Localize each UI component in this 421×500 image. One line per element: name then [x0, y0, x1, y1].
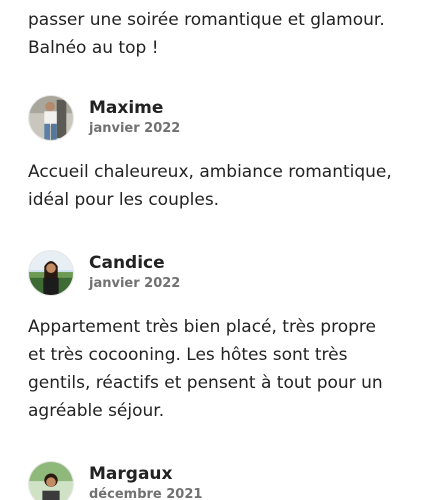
reviewer-margaux[interactable]: Margaux décembre 2021 [28, 461, 388, 500]
review-line: passer une soirée romantique et glamour. [28, 10, 385, 30]
reviews-page: passer une soirée romantique et glamour.… [0, 0, 421, 500]
reviewer-candice[interactable]: Candice janvier 2022 [28, 250, 388, 298]
reviewer-name: Maxime [89, 98, 164, 118]
reviewer-maxime[interactable]: Maxime janvier 2022 [28, 95, 388, 143]
review-date: décembre 2021 [89, 487, 203, 500]
review-text-candice: Appartement très bien placé, très propre… [28, 313, 403, 425]
review-line: Accueil chaleureux, ambiance romantique, [28, 162, 392, 182]
review-line: Balnéo au top ! [28, 38, 159, 58]
profile-photo-icon [29, 462, 73, 500]
avatar-margaux[interactable] [28, 461, 74, 500]
profile-photo-icon [29, 96, 73, 140]
review-line: gentils, réactifs et pensent à tout pour… [28, 373, 383, 393]
review-line: agréable séjour. [28, 401, 165, 421]
review-date: janvier 2022 [89, 276, 181, 291]
reviewer-name: Margaux [89, 464, 173, 484]
review-text-partial: passer une soirée romantique et glamour.… [28, 6, 403, 62]
review-line: et très cocooning. Les hôtes sont très [28, 345, 348, 365]
review-text-maxime: Accueil chaleureux, ambiance romantique,… [28, 158, 403, 214]
avatar-maxime[interactable] [28, 95, 74, 141]
reviewer-name: Candice [89, 253, 165, 273]
review-line: idéal pour les couples. [28, 190, 220, 210]
review-line: Appartement très bien placé, très propre [28, 317, 376, 337]
review-date: janvier 2022 [89, 121, 181, 136]
profile-photo-icon [29, 251, 73, 295]
avatar-candice[interactable] [28, 250, 74, 296]
